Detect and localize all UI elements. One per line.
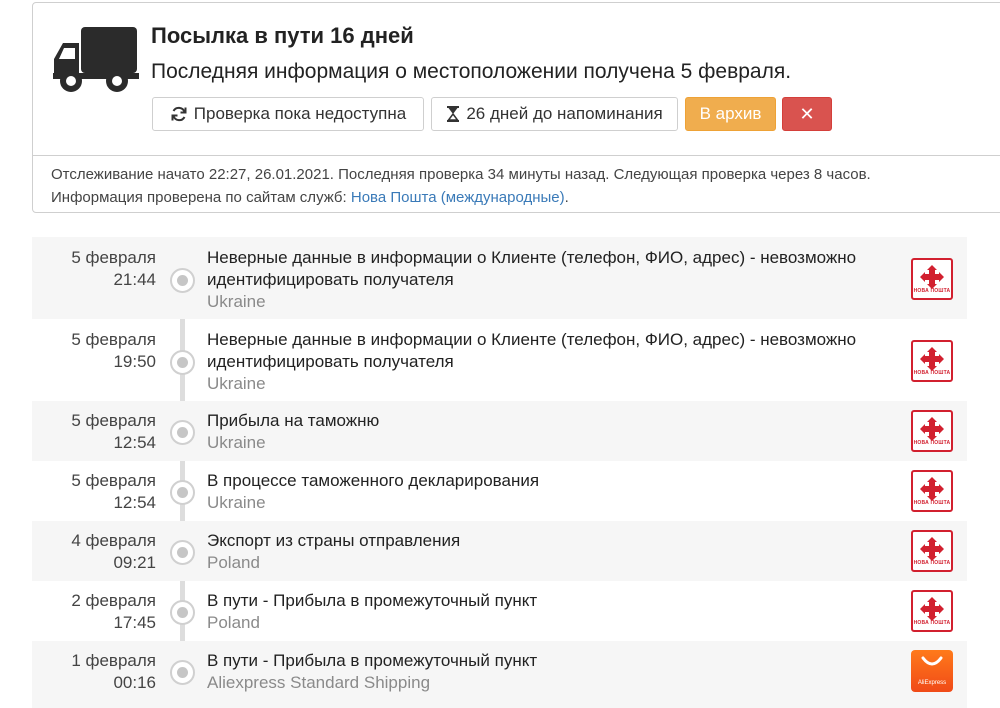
event-location: Poland <box>207 613 260 632</box>
event-date: 5 февраля <box>71 248 156 267</box>
event-datetime: 5 февраля 19:50 <box>32 329 156 373</box>
event-location: Ukraine <box>207 433 266 452</box>
timeline-dot <box>170 420 195 445</box>
timeline-event: 1 февраля 00:16 В пути - Прибыла в проме… <box>32 641 967 708</box>
truck-icon <box>53 27 139 92</box>
event-date: 5 февраля <box>71 330 156 349</box>
event-description: Неверные данные в информации о Клиенте (… <box>207 248 857 289</box>
event-location: Aliexpress Standard Shipping <box>207 673 431 692</box>
event-time: 12:54 <box>113 493 156 512</box>
sources-suffix: . <box>564 189 569 206</box>
event-time: 19:50 <box>113 352 156 371</box>
nova-poshta-logo: НОВА ПОШТА <box>911 590 953 632</box>
event-date: 5 февраля <box>71 471 156 490</box>
event-datetime: 5 февраля 21:44 <box>32 247 156 291</box>
event-time: 09:21 <box>113 553 156 572</box>
carrier-caption: НОВА ПОШТА <box>913 620 951 626</box>
event-details: Неверные данные в информации о Клиенте (… <box>207 247 897 313</box>
status-subtitle: Последняя информация о местоположении по… <box>151 60 792 83</box>
carrier-caption: НОВА ПОШТА <box>913 440 951 446</box>
event-datetime: 5 февраля 12:54 <box>32 410 156 454</box>
carrier-caption: НОВА ПОШТА <box>913 288 951 294</box>
timeline-dot <box>170 540 195 565</box>
carrier-caption: НОВА ПОШТА <box>913 500 951 506</box>
archive-button[interactable]: В архив <box>685 97 776 131</box>
event-location: Poland <box>207 553 260 572</box>
event-time: 17:45 <box>113 613 156 632</box>
tracking-timeline: 5 февраля 21:44 Неверные данные в информ… <box>32 237 967 708</box>
sources-line: Информация проверена по сайтам служб: Но… <box>51 186 1000 209</box>
nova-poshta-logo: НОВА ПОШТА <box>911 530 953 572</box>
timeline-event: 2 февраля 17:45 В пути - Прибыла в проме… <box>32 581 967 641</box>
event-description: Экспорт из страны отправления <box>207 531 461 550</box>
event-date: 4 февраля <box>71 531 156 550</box>
event-date: 5 февраля <box>71 411 156 430</box>
nova-poshta-logo: НОВА ПОШТА <box>911 340 953 382</box>
event-description: Неверные данные в информации о Клиенте (… <box>207 330 857 371</box>
sources-prefix: Информация проверена по сайтам служб: <box>51 189 351 206</box>
event-time: 21:44 <box>113 270 156 289</box>
timeline-dot <box>170 480 195 505</box>
timeline-dot <box>170 660 195 685</box>
event-time: 12:54 <box>113 433 156 452</box>
reminder-button[interactable]: 26 дней до напоминания <box>431 97 678 131</box>
refresh-button[interactable]: Проверка пока недоступна <box>152 97 424 131</box>
event-date: 2 февраля <box>71 591 156 610</box>
event-datetime: 1 февраля 00:16 <box>32 650 156 694</box>
event-details: Экспорт из страны отправления Poland <box>207 530 897 574</box>
event-time: 00:16 <box>113 673 156 692</box>
tracking-info: Отслеживание начато 22:27, 26.01.2021. П… <box>32 155 1000 213</box>
tracking-status-card: Посылка в пути 16 дней Последняя информа… <box>32 2 1000 156</box>
event-datetime: 5 февраля 12:54 <box>32 470 156 514</box>
event-location: Ukraine <box>207 292 266 311</box>
timeline-dot <box>170 268 195 293</box>
event-datetime: 2 февраля 17:45 <box>32 590 156 634</box>
timeline-dot <box>170 600 195 625</box>
event-details: В пути - Прибыла в промежуточный пункт P… <box>207 590 897 634</box>
event-description: В пути - Прибыла в промежуточный пункт <box>207 591 538 610</box>
event-description: Прибыла на таможню <box>207 411 380 430</box>
aliexpress-logo: AliExpress <box>911 650 953 692</box>
timeline-event: 4 февраля 09:21 Экспорт из страны отправ… <box>32 521 967 581</box>
nova-poshta-logo: НОВА ПОШТА <box>911 410 953 452</box>
nova-poshta-logo: НОВА ПОШТА <box>911 470 953 512</box>
event-location: Ukraine <box>207 493 266 512</box>
carrier-caption: AliExpress <box>917 680 947 686</box>
timeline-event: 5 февраля 12:54 Прибыла на таможню Ukrai… <box>32 401 967 461</box>
event-details: В процессе таможенного декларирования Uk… <box>207 470 897 514</box>
hourglass-icon <box>447 106 460 122</box>
event-date: 1 февраля <box>71 651 156 670</box>
event-details: Неверные данные в информации о Клиенте (… <box>207 329 897 395</box>
timeline-event: 5 февраля 12:54 В процессе таможенного д… <box>32 461 967 521</box>
shopping-bag-icon <box>921 656 943 666</box>
page-title: Посылка в пути 16 дней <box>151 23 414 48</box>
event-description: В пути - Прибыла в промежуточный пункт <box>207 651 538 670</box>
timeline-event: 5 февраля 21:44 Неверные данные в информ… <box>32 237 967 319</box>
event-description: В процессе таможенного декларирования <box>207 471 540 490</box>
timeline-event: 5 февраля 19:50 Неверные данные в информ… <box>32 319 967 401</box>
refresh-button-label: Проверка пока недоступна <box>193 104 407 123</box>
carrier-link[interactable]: Нова Пошта (международные) <box>351 189 565 206</box>
reminder-button-label: 26 дней до напоминания <box>466 104 663 123</box>
event-location: Ukraine <box>207 374 266 393</box>
carrier-caption: НОВА ПОШТА <box>913 370 951 376</box>
refresh-icon <box>171 106 187 122</box>
event-datetime: 4 февраля 09:21 <box>32 530 156 574</box>
nova-poshta-logo: НОВА ПОШТА <box>911 258 953 300</box>
tracking-times: Отслеживание начато 22:27, 26.01.2021. П… <box>51 166 871 183</box>
timeline-dot <box>170 350 195 375</box>
event-details: В пути - Прибыла в промежуточный пункт A… <box>207 650 897 694</box>
carrier-caption: НОВА ПОШТА <box>913 560 951 566</box>
event-details: Прибыла на таможню Ukraine <box>207 410 897 454</box>
delete-button[interactable]: ✕ <box>782 97 832 131</box>
